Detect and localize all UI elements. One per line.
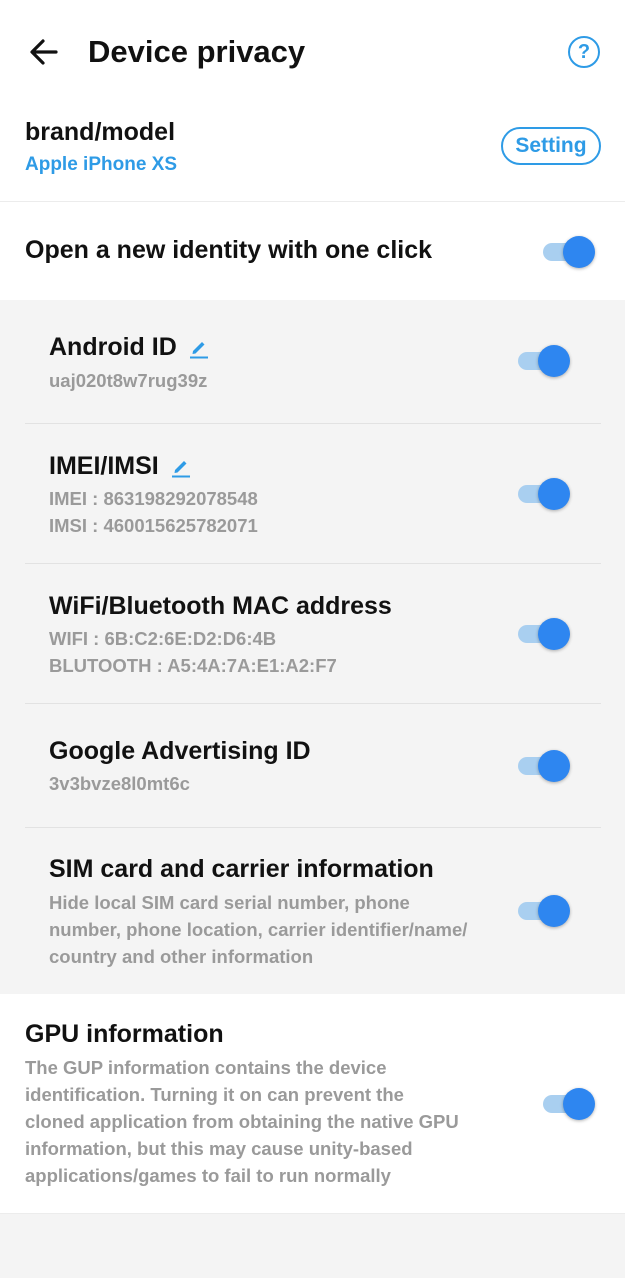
toggle-knob	[538, 895, 570, 927]
android-id-value: uaj020t8w7rug39z	[49, 370, 208, 391]
new-identity-row[interactable]: Open a new identity with one click	[0, 202, 625, 300]
advertising-id-toggle[interactable]	[518, 748, 572, 784]
mac-address-title: WiFi/Bluetooth MAC address	[49, 592, 392, 620]
pencil-icon[interactable]	[171, 456, 191, 478]
sim-carrier-desc-line-2: number, phone location, carrier identifi…	[49, 919, 468, 940]
mac-address-toggle[interactable]	[518, 616, 572, 652]
android-id-title: Android ID	[49, 333, 209, 362]
imei-imsi-title: IMEI/IMSI	[49, 452, 191, 481]
pencil-icon[interactable]	[189, 337, 209, 359]
gpu-desc-line-2: identification. Turning it on can preven…	[25, 1084, 404, 1105]
sim-carrier-row[interactable]: SIM card and carrier information Hide lo…	[25, 828, 601, 994]
bluetooth-mac-value: BLUTOOTH : A5:4A:7A:E1:A2:F7	[49, 655, 337, 676]
app-header: Device privacy ?	[0, 0, 625, 104]
android-id-title-text: Android ID	[49, 333, 177, 361]
page-title: Device privacy	[88, 34, 306, 69]
gpu-desc-line-5: applications/games to fail to run normal…	[25, 1165, 391, 1186]
advertising-id-value: 3v3bvze8l0mt6c	[49, 773, 190, 794]
toggle-knob	[538, 478, 570, 510]
arrow-left-icon[interactable]	[26, 34, 62, 70]
identifier-settings-group: Android ID uaj020t8w7rug39z IMEI/IMSI IM…	[0, 300, 625, 994]
sim-carrier-desc-line-1: Hide local SIM card serial number, phone	[49, 892, 410, 913]
toggle-knob	[563, 1088, 595, 1120]
toggle-knob	[538, 618, 570, 650]
sim-carrier-desc-line-3: country and other information	[49, 946, 314, 967]
brand-model-value: Apple iPhone XS	[25, 154, 178, 175]
toggle-knob	[538, 750, 570, 782]
gpu-information-toggle[interactable]	[543, 1086, 597, 1122]
advertising-id-title: Google Advertising ID	[49, 737, 311, 765]
advertising-id-row[interactable]: Google Advertising ID 3v3bvze8l0mt6c	[25, 704, 601, 828]
android-id-toggle[interactable]	[518, 343, 572, 379]
imei-imsi-row[interactable]: IMEI/IMSI IMEI : 863198292078548 IMSI : …	[25, 424, 601, 564]
imei-imsi-title-text: IMEI/IMSI	[49, 452, 159, 480]
sim-carrier-toggle[interactable]	[518, 893, 572, 929]
new-identity-label: Open a new identity with one click	[25, 236, 433, 264]
imei-value: IMEI : 863198292078548	[49, 488, 258, 509]
mac-address-row[interactable]: WiFi/Bluetooth MAC address WIFI : 6B:C2:…	[25, 564, 601, 704]
imsi-value: IMSI : 460015625782071	[49, 515, 258, 536]
toggle-knob	[538, 345, 570, 377]
wifi-mac-value: WIFI : 6B:C2:6E:D2:D6:4B	[49, 628, 277, 649]
setting-button[interactable]: Setting	[501, 127, 601, 165]
brand-model-label: brand/model	[25, 118, 176, 146]
android-id-row[interactable]: Android ID uaj020t8w7rug39z	[25, 300, 601, 424]
gpu-desc-line-1: The GUP information contains the device	[25, 1057, 387, 1078]
gpu-information-row[interactable]: GPU information The GUP information cont…	[0, 994, 625, 1214]
toggle-knob	[563, 236, 595, 268]
gpu-desc-line-4: information, but this may cause unity-ba…	[25, 1138, 413, 1159]
brand-model-section: brand/model Apple iPhone XS Setting	[0, 104, 625, 202]
gpu-information-title: GPU information	[25, 1020, 224, 1048]
question-circle-icon[interactable]: ?	[568, 36, 600, 68]
gpu-desc-line-3: cloned application from obtaining the na…	[25, 1111, 459, 1132]
new-identity-toggle[interactable]	[543, 234, 597, 270]
sim-carrier-title: SIM card and carrier information	[49, 855, 434, 883]
imei-imsi-toggle[interactable]	[518, 476, 572, 512]
